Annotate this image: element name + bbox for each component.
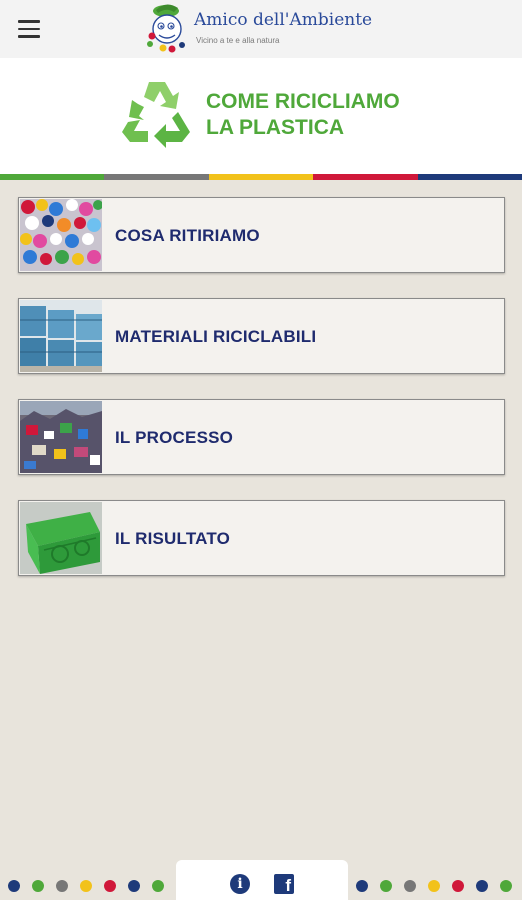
dot [500,880,512,892]
dot [476,880,488,892]
dot [8,880,20,892]
brand-name: Amico dell'Ambiente [194,10,373,30]
menu-item-label: MATERIALI RICICLABILI [115,327,317,346]
plastic-waste-thumbnail [20,401,102,473]
dot [80,880,92,892]
dot [404,880,416,892]
menu-item-label: IL PROCESSO [115,428,234,447]
dot [32,880,44,892]
color-stripe [0,174,522,180]
dot [356,880,368,892]
menu-item-il-risultato[interactable]: IL RISULTATO [18,500,505,576]
plastic-caps-thumbnail [20,199,102,271]
menu-item-cosa-ritiriamo[interactable]: COSA RITIRIAMO [18,197,505,273]
dot [56,880,68,892]
menu-item-label: IL RISULTATO [115,529,231,548]
app-bar: Amico dell'Ambiente Vicino a te e alla n… [0,0,522,58]
stripe-segment [0,174,105,180]
bottom-dots-right [356,880,512,892]
dot [128,880,140,892]
menu-item-il-processo[interactable]: IL PROCESSO [18,399,505,475]
recycle-icon [122,82,190,148]
dot [380,880,392,892]
green-crate-thumbnail [20,502,102,574]
stripe-segment [417,174,522,180]
page-title-line1: COME RICICLIAMO [206,90,400,113]
bottom-action-bar: i f [176,860,348,900]
menu-item-materiali-riciclabili[interactable]: MATERIALI RICICLABILI [18,298,505,374]
hamburger-menu-icon[interactable] [18,20,42,38]
facebook-icon[interactable]: f [274,874,294,894]
stripe-segment [208,174,314,180]
bottom-dots-left [8,880,164,892]
stripe-segment [313,174,418,180]
page-header: COME RICICLIAMO LA PLASTICA [0,58,522,174]
menu-item-label: COSA RITIRIAMO [115,226,260,245]
page-title: COME RICICLIAMO LA PLASTICA [206,89,400,141]
stripe-segment [104,174,209,180]
dot [428,880,440,892]
info-icon[interactable]: i [230,874,250,894]
mascot-logo-icon [147,4,185,53]
brand-logo[interactable]: Amico dell'Ambiente Vicino a te e alla n… [146,2,386,56]
baled-bottles-thumbnail [20,300,102,372]
dot [452,880,464,892]
dot [104,880,116,892]
dot [152,880,164,892]
page-title-line2: LA PLASTICA [206,116,345,139]
brand-tagline: Vicino a te e alla natura [196,36,280,45]
